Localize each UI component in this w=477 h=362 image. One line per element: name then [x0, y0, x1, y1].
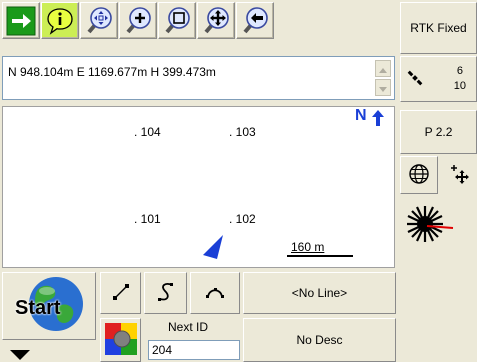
curve-tool-button[interactable] [144, 272, 187, 314]
point-102-label[interactable]: . 102 [229, 212, 256, 226]
back-button[interactable] [236, 2, 274, 39]
zoom-in-icon [122, 5, 154, 37]
laser-button[interactable] [400, 200, 460, 250]
expand-menu-button[interactable] [10, 349, 30, 362]
color-palette-icon [104, 322, 137, 358]
scroll-up-button[interactable] [375, 60, 391, 77]
position-readout: N 948.104m E 1169.677m H 399.473m [2, 56, 395, 100]
north-arrow-icon [372, 110, 384, 129]
go-button[interactable] [2, 2, 40, 39]
north-label: N [355, 107, 367, 124]
go-arrow-icon [6, 6, 36, 36]
scale-bar-label: 160 m [291, 240, 325, 254]
scale-bar [287, 255, 353, 257]
zoom-extents-button[interactable] [80, 2, 118, 39]
scroll-down-icon [379, 81, 387, 95]
start-label: Start [15, 297, 61, 319]
triangle-down-icon [10, 349, 30, 362]
line-segment-icon [112, 283, 130, 304]
move-target-button[interactable] [440, 156, 477, 194]
description-label: No Desc [296, 333, 343, 347]
zoom-extents-icon [83, 5, 115, 37]
zoom-window-icon [161, 5, 193, 37]
laser-burst-icon [405, 202, 455, 249]
zoom-window-button[interactable] [158, 2, 196, 39]
satellites-tracked: 6 [456, 65, 463, 77]
scroll-down-button[interactable] [375, 79, 391, 96]
satellite-icon [407, 70, 423, 89]
position-text: N 948.104m E 1169.677m H 399.473m [8, 65, 216, 79]
pan-button[interactable] [197, 2, 235, 39]
pan-icon [200, 5, 232, 37]
curve-s-icon [157, 282, 175, 305]
pdop-button[interactable]: P 2.2 [400, 110, 477, 154]
point-104-label[interactable]: . 104 [134, 125, 161, 139]
info-button[interactable] [41, 2, 79, 39]
next-id-label: Next ID [168, 320, 209, 334]
globe-icon [408, 163, 430, 188]
satellites-button[interactable]: 6 10 [400, 56, 477, 102]
arc-icon [205, 285, 225, 302]
globe-button[interactable] [400, 156, 438, 194]
rtk-status-label: RTK Fixed [410, 21, 467, 35]
info-icon [45, 6, 75, 36]
zoom-in-button[interactable] [119, 2, 157, 39]
line-tool-button[interactable] [100, 272, 141, 314]
line-selector-button[interactable]: <No Line> [243, 272, 396, 314]
point-103-label[interactable]: . 103 [229, 125, 256, 139]
pdop-label: P 2.2 [424, 125, 453, 139]
color-code-button[interactable] [100, 318, 141, 362]
current-position-icon [203, 235, 225, 264]
start-button[interactable]: Start [2, 272, 96, 340]
next-id-input[interactable]: 204 [148, 340, 240, 360]
move-target-icon [448, 163, 470, 188]
scroll-up-icon [379, 62, 387, 76]
satellites-visible: 10 [453, 80, 466, 92]
description-button[interactable]: No Desc [243, 318, 396, 362]
map-view[interactable]: . 104 . 103 . 101 . 102 N 160 m [2, 106, 395, 268]
line-selector-label: <No Line> [291, 286, 348, 300]
point-101-label[interactable]: . 101 [134, 212, 161, 226]
rtk-status-button[interactable]: RTK Fixed [400, 2, 477, 54]
arc-tool-button[interactable] [190, 272, 240, 314]
back-icon [239, 5, 271, 37]
